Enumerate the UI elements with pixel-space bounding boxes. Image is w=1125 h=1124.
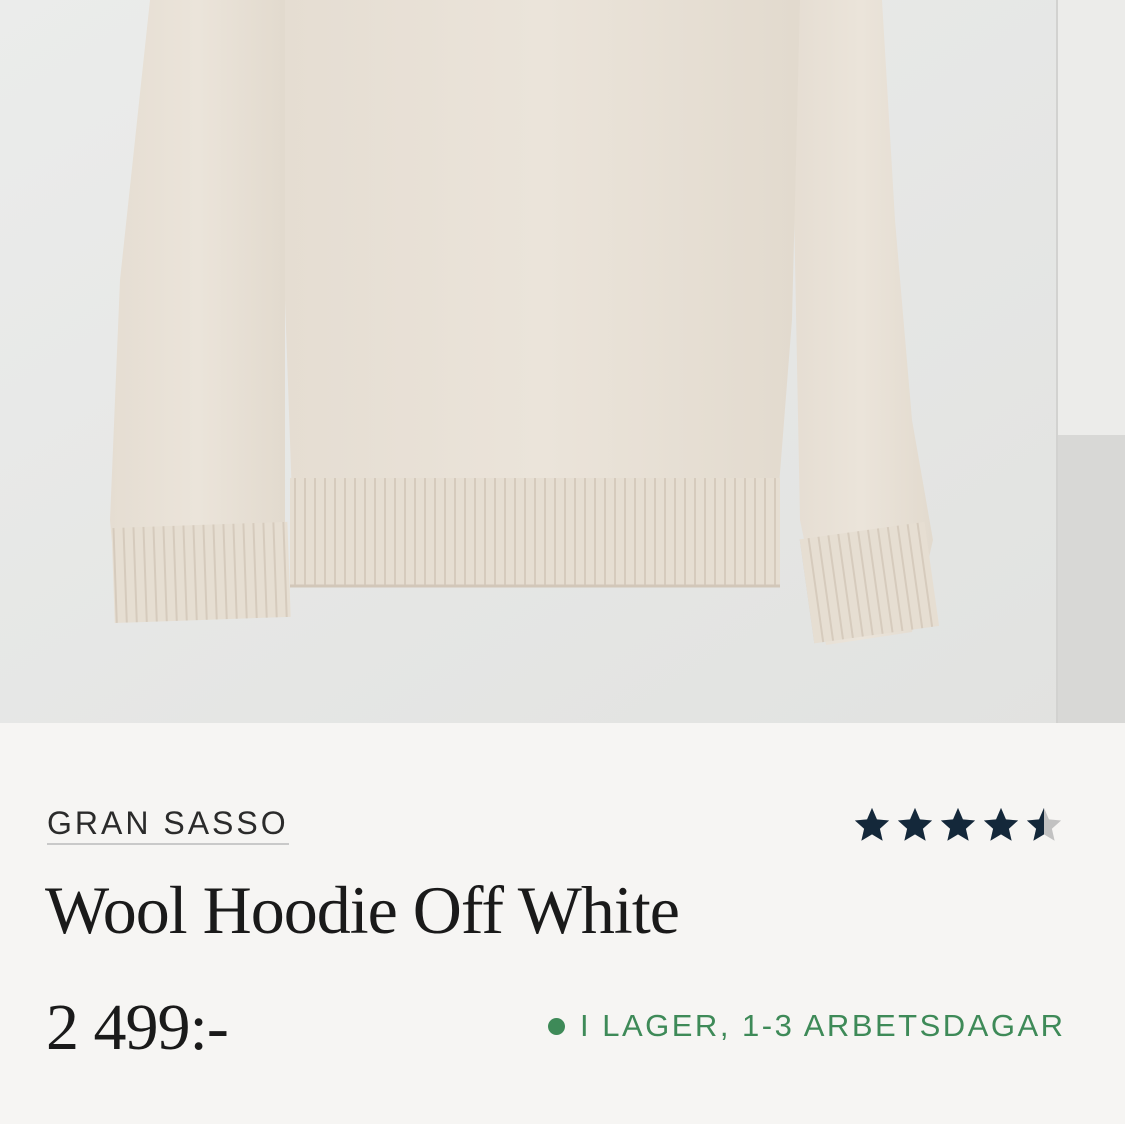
star-icon (854, 807, 890, 841)
stock-status: I LAGER, 1-3 ARBETSDAGAR (548, 1006, 1066, 1046)
in-stock-dot-icon (548, 1017, 565, 1035)
stock-status-text: I LAGER, 1-3 ARBETSDAGAR (580, 1008, 1066, 1043)
star-icon (897, 807, 933, 841)
star-icon (940, 807, 976, 841)
product-image-gallery[interactable] (0, 0, 1125, 723)
rating-stars[interactable] (853, 805, 1063, 845)
product-price: 2 499:- (46, 991, 229, 1064)
product-title: Wool Hoodie Off White (45, 872, 680, 948)
sweater-product-photo (0, 0, 1125, 723)
brand-link[interactable]: GRAN SASSO (47, 805, 289, 845)
star-icon (983, 807, 1019, 841)
star-icon (1026, 807, 1062, 841)
